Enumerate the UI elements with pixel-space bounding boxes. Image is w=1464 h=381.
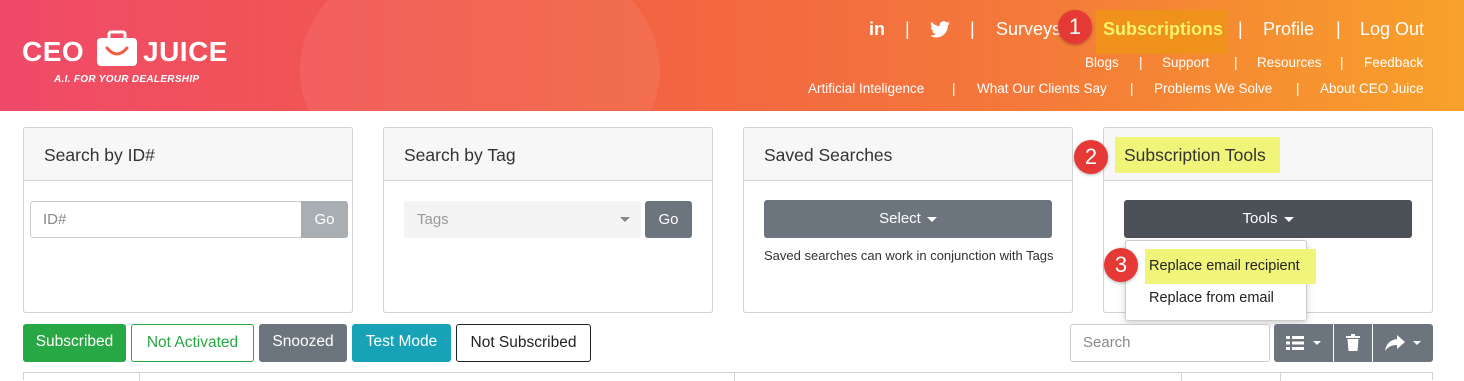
filter-not-subscribed-button[interactable]: Not Subscribed (456, 324, 591, 362)
nav-separator: | (1238, 19, 1243, 39)
nav-problems-we-solve[interactable]: Problems We Solve (1154, 81, 1272, 96)
twitter-icon[interactable] (930, 21, 950, 38)
nav-logout[interactable]: Log Out (1360, 19, 1424, 40)
tag-select-placeholder: Tags (417, 211, 449, 228)
filter-subscribed-button[interactable]: Subscribed (23, 324, 126, 362)
step-badge-2: 2 (1074, 140, 1108, 174)
nav-separator: | (952, 81, 956, 96)
delete-button[interactable] (1334, 324, 1372, 362)
nav-separator: | (1234, 55, 1238, 70)
nav-clients-say[interactable]: What Our Clients Say (977, 81, 1107, 96)
nav-separator: | (1139, 55, 1143, 70)
filter-test-mode-button[interactable]: Test Mode (352, 324, 451, 362)
nav-artificial-intelligence[interactable]: Artificial Inteligence (808, 81, 924, 96)
column-view-button[interactable] (1274, 324, 1333, 362)
nav-separator: | (905, 19, 910, 39)
logo-text-left: CEO (22, 36, 85, 67)
select-label: Select (879, 210, 921, 227)
nav-separator: | (1130, 81, 1134, 96)
nav-separator: | (1296, 81, 1300, 96)
nav-support[interactable]: Support (1162, 55, 1209, 70)
table-search-input[interactable]: Search (1070, 324, 1270, 362)
header-decoration (300, 0, 660, 111)
nav-feedback[interactable]: Feedback (1364, 55, 1423, 70)
search-by-id-panel: Search by ID# ID# Go (23, 127, 353, 313)
share-export-button[interactable] (1373, 324, 1433, 362)
caret-down-icon (1413, 341, 1421, 345)
nav-separator: | (1336, 19, 1341, 39)
caret-down-icon (926, 216, 937, 222)
panel-title: Search by Tag (384, 128, 712, 181)
tag-go-button[interactable]: Go (645, 201, 692, 238)
nav-about[interactable]: About CEO Juice (1320, 81, 1424, 96)
nav-profile[interactable]: Profile (1263, 19, 1314, 40)
nav-surveys[interactable]: Surveys (996, 19, 1061, 40)
chevron-down-icon (620, 217, 630, 222)
search-by-tag-panel: Search by Tag Tags Go (383, 127, 713, 313)
tools-label: Tools (1242, 210, 1278, 227)
saved-searches-panel: Saved Searches Select Saved searches can… (743, 127, 1073, 313)
logo-text-right: JUICE (143, 36, 228, 67)
nav-separator: | (970, 19, 975, 39)
logo-tagline: A.I. FOR YOUR DEALERSHIP (54, 74, 200, 85)
site-header: CEO JUICE A.I. FOR YOUR DEALERSHIP in | … (0, 0, 1464, 111)
caret-down-icon (1313, 341, 1321, 345)
panel-title: Subscription Tools (1124, 145, 1266, 165)
menu-item-replace-email-recipient[interactable]: Replace email recipient (1149, 258, 1300, 274)
id-go-button[interactable]: Go (301, 201, 348, 238)
step-badge-3: 3 (1104, 248, 1138, 282)
panel-title: Saved Searches (744, 128, 1072, 181)
filter-snoozed-button[interactable]: Snoozed (259, 324, 347, 362)
tag-select[interactable]: Tags (404, 201, 641, 238)
list-icon (1286, 336, 1304, 350)
panel-title: Search by ID# (24, 128, 352, 181)
filter-not-activated-button[interactable]: Not Activated (131, 324, 254, 362)
step-badge-1: 1 (1058, 10, 1092, 44)
nav-blogs[interactable]: Blogs (1085, 55, 1119, 70)
tools-dropdown-button[interactable]: Tools (1124, 200, 1412, 238)
panel-header: Subscription Tools (1104, 128, 1432, 181)
results-table (23, 372, 1433, 381)
menu-item-replace-from-email[interactable]: Replace from email (1149, 290, 1274, 306)
trash-icon (1346, 334, 1360, 351)
saved-search-note: Saved searches can work in conjunction w… (764, 248, 1054, 263)
nav-subscriptions[interactable]: Subscriptions (1103, 19, 1223, 40)
tools-dropdown-menu: Replace email recipient Replace from ema… (1125, 240, 1316, 321)
nav-separator: | (1340, 55, 1344, 70)
saved-search-select-button[interactable]: Select (764, 200, 1052, 238)
juice-cup-icon (97, 30, 137, 66)
id-search-input[interactable]: ID# (30, 201, 302, 238)
caret-down-icon (1283, 216, 1294, 222)
nav-resources[interactable]: Resources (1257, 55, 1322, 70)
share-arrow-icon (1385, 335, 1405, 351)
linkedin-icon[interactable]: in (869, 19, 885, 40)
